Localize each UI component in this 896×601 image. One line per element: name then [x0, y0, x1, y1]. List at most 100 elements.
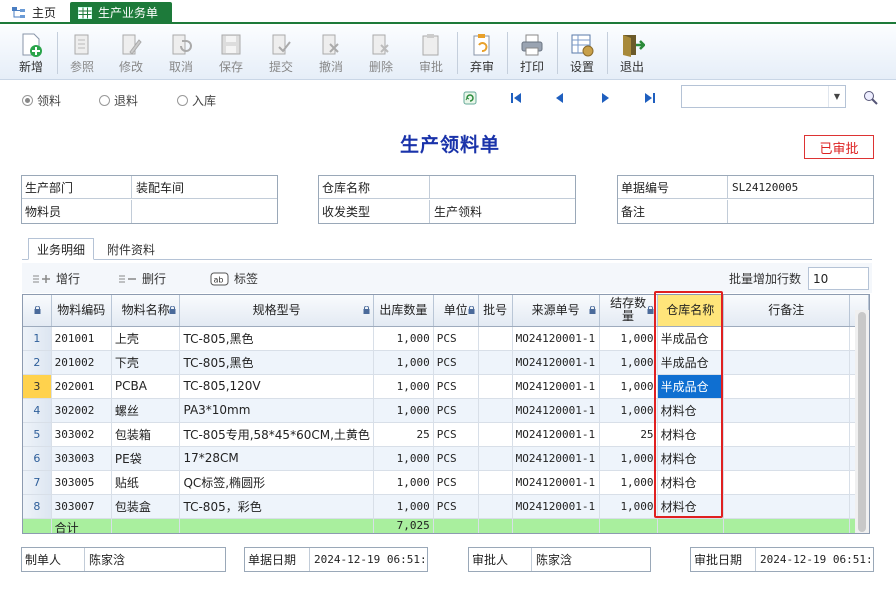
cell-note[interactable] — [723, 446, 850, 471]
unapprove-button[interactable]: 弃审 — [458, 28, 506, 78]
cell-qty[interactable]: 1,000 — [373, 374, 434, 399]
cell-stock[interactable]: 1,000 — [599, 350, 658, 375]
cell-stock[interactable]: 1,000 — [599, 398, 658, 423]
radio-receipt[interactable]: 入库 — [177, 92, 216, 109]
tab-home[interactable]: 主页 — [4, 2, 66, 23]
cell-spec[interactable]: TC-805，彩色 — [179, 494, 374, 519]
cell-name[interactable]: 下壳 — [111, 350, 181, 375]
radio-return[interactable]: 退料 — [99, 92, 138, 109]
cell-stock[interactable]: 1,000 — [599, 326, 658, 351]
cell-qty[interactable]: 1,000 — [373, 398, 434, 423]
cell-qty[interactable]: 1,000 — [373, 470, 434, 495]
search-zoom-icon[interactable] — [863, 90, 879, 106]
column-header-code[interactable]: 物料编码 — [51, 295, 112, 327]
row-number[interactable]: 8 — [23, 494, 52, 519]
cell-batch[interactable] — [478, 470, 513, 495]
cell-note[interactable] — [723, 398, 850, 423]
column-header-spec[interactable]: 规格型号 — [179, 295, 374, 327]
cell-name[interactable]: 上壳 — [111, 326, 181, 351]
save-button[interactable]: 保存 — [207, 28, 255, 78]
previous-record-icon[interactable] — [553, 91, 567, 105]
delete-button[interactable]: 删除 — [357, 28, 405, 78]
first-record-icon[interactable] — [509, 91, 523, 105]
table-row[interactable]: 3 202001 PCBA TC-805,120V 1,000 PCS MO24120001… — [23, 374, 869, 399]
cell-code[interactable]: 303003 — [51, 446, 112, 471]
new-button[interactable]: 新增 — [7, 28, 55, 78]
cell-name[interactable]: 螺丝 — [111, 398, 181, 423]
row-number[interactable]: 5 — [23, 422, 52, 447]
cell-code[interactable]: 202001 — [51, 374, 112, 399]
cell-note[interactable] — [723, 494, 850, 519]
cell-code[interactable]: 201002 — [51, 350, 112, 375]
cell-code[interactable]: 302002 — [51, 398, 112, 423]
exit-button[interactable]: 退出 — [608, 28, 656, 78]
cell-src[interactable]: MO24120001-1 — [512, 350, 600, 375]
tab-attachments[interactable]: 附件资料 — [98, 238, 164, 260]
cell-unit[interactable]: PCS — [433, 494, 479, 519]
cell-code[interactable]: 201001 — [51, 326, 112, 351]
cell-spec[interactable]: PA3*10mm — [179, 398, 374, 423]
cell-note[interactable] — [723, 350, 850, 375]
cell-unit[interactable]: PCS — [433, 350, 479, 375]
tab-production-order[interactable]: 生产业务单 — [70, 2, 172, 23]
clerk-field[interactable] — [133, 200, 136, 223]
cell-name[interactable]: 包装箱 — [111, 422, 181, 447]
last-record-icon[interactable] — [643, 91, 657, 105]
scrollbar-thumb[interactable] — [858, 312, 866, 532]
cell-src[interactable]: MO24120001-1 — [512, 470, 600, 495]
table-row[interactable]: 6 303003 PE袋 17*28CM 1,000 PCS MO24120001-1 1,0… — [23, 446, 869, 471]
row-number[interactable]: 7 — [23, 470, 52, 495]
row-number[interactable]: 2 — [23, 350, 52, 375]
add-row-button[interactable]: 增行 — [32, 270, 80, 287]
cell-note[interactable] — [723, 326, 850, 351]
cell-unit[interactable]: PCS — [433, 470, 479, 495]
table-row[interactable]: 8 303007 包装盒 TC-805，彩色 1,000 PCS MO24120001-1 1… — [23, 494, 869, 519]
cell-name[interactable]: PCBA — [111, 374, 181, 399]
cell-stock[interactable]: 1,000 — [599, 446, 658, 471]
type-field[interactable]: 生产领料 — [431, 200, 482, 223]
batch-rows-input[interactable]: 10 — [808, 267, 869, 290]
cell-code[interactable]: 303007 — [51, 494, 112, 519]
cell-src[interactable]: MO24120001-1 — [512, 326, 600, 351]
tag-button[interactable]: ab 标签 — [210, 270, 258, 287]
row-number[interactable]: 1 — [23, 326, 52, 351]
cell-batch[interactable] — [478, 494, 513, 519]
cell-code[interactable]: 303005 — [51, 470, 112, 495]
column-header-source[interactable]: 来源单号 — [512, 295, 600, 327]
radio-issue[interactable]: 领料 — [22, 92, 61, 109]
delete-row-button[interactable]: 删行 — [118, 270, 166, 287]
approve-button[interactable]: 审批 — [407, 28, 455, 78]
column-header-name[interactable]: 物料名称 — [111, 295, 181, 327]
cell-src[interactable]: MO24120001-1 — [512, 398, 600, 423]
cell-spec[interactable]: TC-805,120V — [179, 374, 374, 399]
table-row[interactable]: 4 302002 螺丝 PA3*10mm 1,000 PCS MO24120001-1 1,0… — [23, 398, 869, 423]
cell-batch[interactable] — [478, 350, 513, 375]
cell-note[interactable] — [723, 470, 850, 495]
cell-batch[interactable] — [478, 374, 513, 399]
table-row[interactable]: 2 201002 下壳 TC-805,黑色 1,000 PCS MO24120001-1 1,… — [23, 350, 869, 375]
cell-name[interactable]: PE袋 — [111, 446, 181, 471]
cell-batch[interactable] — [478, 446, 513, 471]
cell-name[interactable]: 贴纸 — [111, 470, 181, 495]
cell-src[interactable]: MO24120001-1 — [512, 494, 600, 519]
table-row[interactable]: 1 201001 上壳 TC-805,黑色 1,000 PCS MO24120001-1 1,… — [23, 326, 869, 351]
cell-stock[interactable]: 1,000 — [599, 494, 658, 519]
cell-qty[interactable]: 1,000 — [373, 494, 434, 519]
cell-qty[interactable]: 1,000 — [373, 326, 434, 351]
cell-unit[interactable]: PCS — [433, 326, 479, 351]
remark-field[interactable] — [729, 200, 732, 223]
cell-stock[interactable]: 1,000 — [599, 470, 658, 495]
cell-spec[interactable]: TC-805,黑色 — [179, 350, 374, 375]
cell-stock[interactable]: 25 — [599, 422, 658, 447]
cell-unit[interactable]: PCS — [433, 422, 479, 447]
cell-batch[interactable] — [478, 326, 513, 351]
cell-spec[interactable]: TC-805专用,58*45*60CM,土黄色 — [179, 422, 374, 447]
cell-src[interactable]: MO24120001-1 — [512, 446, 600, 471]
column-header-note[interactable]: 行备注 — [723, 295, 850, 327]
settings-button[interactable]: 设置 — [558, 28, 606, 78]
cell-spec[interactable]: 17*28CM — [179, 446, 374, 471]
warehouse-field[interactable] — [431, 176, 434, 199]
edit-button[interactable]: 修改 — [107, 28, 155, 78]
cell-qty[interactable]: 1,000 — [373, 446, 434, 471]
row-number[interactable]: 3 — [23, 374, 52, 399]
